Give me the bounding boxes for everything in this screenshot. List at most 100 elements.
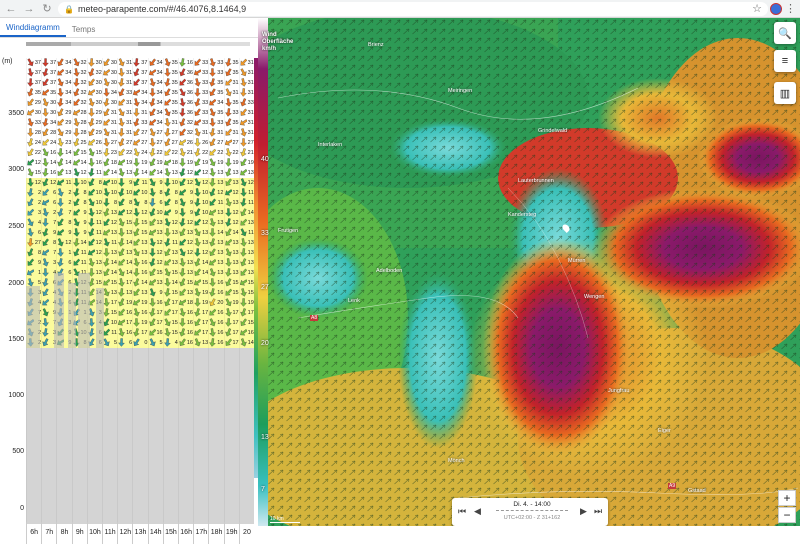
wind-arrow-icon bbox=[88, 128, 95, 137]
wind-cell: 19 bbox=[224, 158, 239, 168]
profile-avatar[interactable] bbox=[770, 3, 782, 15]
time-tick[interactable]: 11h bbox=[102, 522, 117, 544]
time-slider[interactable] bbox=[496, 510, 568, 513]
wind-speed: 33 bbox=[217, 70, 224, 76]
zoom-in-button[interactable]: + bbox=[778, 490, 796, 506]
wind-cell: 16 bbox=[179, 328, 193, 338]
wind-arrow-icon bbox=[209, 88, 217, 97]
time-tick[interactable]: 18h bbox=[208, 522, 223, 544]
wind-arrow-icon bbox=[149, 78, 156, 87]
wind-arrow-icon bbox=[149, 218, 156, 226]
step-forward-icon[interactable]: ▶ bbox=[580, 506, 587, 517]
skip-forward-icon[interactable]: ⏭ bbox=[594, 506, 602, 517]
wind-speed: 8 bbox=[159, 190, 163, 196]
wind-speed: 28 bbox=[34, 130, 41, 136]
menu-kebab-icon[interactable]: ⋮ bbox=[785, 2, 796, 15]
time-tick[interactable]: 8h bbox=[56, 522, 71, 544]
wind-cell: 28 bbox=[72, 108, 87, 118]
back-icon[interactable]: ← bbox=[4, 2, 18, 16]
wind-cell: 9 bbox=[179, 208, 193, 218]
wind-arrow-icon bbox=[42, 98, 49, 107]
wind-speed: 12 bbox=[217, 190, 224, 196]
wind-speed: 13 bbox=[217, 170, 224, 176]
wind-cell: 16 bbox=[179, 58, 193, 68]
wind-cell: 13 bbox=[103, 248, 117, 258]
time-tick[interactable]: 17h bbox=[193, 522, 208, 544]
time-tick[interactable]: 13h bbox=[132, 522, 147, 544]
wind-cell: 14 bbox=[194, 258, 208, 268]
wind-cell: 12 bbox=[27, 158, 41, 168]
wind-arrow-icon bbox=[194, 258, 201, 267]
wind-speed: 16 bbox=[186, 330, 193, 336]
wind-cell: 29 bbox=[57, 128, 71, 138]
wind-speed: 15 bbox=[232, 280, 239, 286]
address-bar[interactable]: 🔒 meteo-parapente.com/#/46.4076,8.1464,9 bbox=[58, 2, 768, 16]
wind-cell: 34 bbox=[148, 98, 163, 108]
wind-speed: 27 bbox=[141, 130, 148, 136]
wind-speed: 17 bbox=[156, 310, 163, 316]
wind-cell: 12 bbox=[224, 218, 239, 228]
wind-speed: 27 bbox=[171, 130, 178, 136]
wind-speed: 36 bbox=[186, 100, 193, 106]
wind-cell: 8 bbox=[133, 198, 147, 208]
time-tick[interactable]: 9h bbox=[71, 522, 87, 544]
wind-arrow-icon bbox=[209, 118, 217, 127]
wind-cell: 8 bbox=[42, 238, 56, 248]
wind-speed: 13 bbox=[141, 290, 148, 296]
wind-arrow-icon bbox=[179, 278, 186, 287]
wind-cell: 13 bbox=[224, 238, 239, 248]
wind-cell: 9 bbox=[57, 228, 71, 238]
forward-icon[interactable]: → bbox=[22, 2, 36, 16]
time-tick[interactable]: 14h bbox=[147, 522, 163, 544]
wind-speed: 11 bbox=[96, 170, 102, 176]
wind-arrow-icon bbox=[194, 78, 201, 87]
wind-cell: 31 bbox=[240, 78, 254, 88]
wind-speed: 31 bbox=[247, 110, 254, 116]
chart-button[interactable]: ▥ bbox=[774, 82, 796, 104]
wind-cell: 12 bbox=[42, 178, 56, 188]
wind-speed: 10 bbox=[110, 320, 117, 326]
search-button[interactable]: 🔍 bbox=[774, 22, 796, 44]
wind-cell: 27 bbox=[133, 128, 147, 138]
reload-icon[interactable]: ↻ bbox=[40, 2, 54, 16]
time-tick[interactable]: 16h bbox=[178, 522, 193, 544]
time-tick[interactable]: 7h bbox=[41, 522, 56, 544]
wind-speed: 10 bbox=[171, 180, 178, 186]
time-tick[interactable]: 12h bbox=[117, 522, 132, 544]
wind-speed: 26 bbox=[186, 140, 193, 146]
wind-arrow-icon bbox=[88, 98, 95, 107]
wind-arrow-icon bbox=[240, 258, 247, 267]
settings-button[interactable]: ≡ bbox=[774, 50, 796, 72]
wind-cell: 31 bbox=[118, 118, 132, 128]
wind-speed: 11 bbox=[111, 240, 117, 246]
wind-arrow-icon bbox=[224, 139, 233, 146]
time-tick[interactable]: 6h bbox=[26, 522, 41, 544]
wind-cell: 15 bbox=[133, 228, 147, 238]
bookmark-star-icon[interactable]: ☆ bbox=[752, 2, 762, 15]
zoom-out-button[interactable]: − bbox=[778, 507, 796, 523]
wind-speed: 13 bbox=[65, 170, 72, 176]
wind-speed: 34 bbox=[156, 90, 163, 96]
time-tick[interactable]: 19h bbox=[223, 522, 239, 544]
skip-back-icon[interactable]: ⏮ bbox=[458, 506, 466, 517]
wind-speed: 9 bbox=[159, 290, 163, 296]
wind-cell: 15 bbox=[224, 278, 239, 288]
wind-speed: 13 bbox=[232, 260, 239, 266]
time-tick[interactable]: 10h bbox=[86, 522, 102, 544]
wind-cell: 8 bbox=[57, 218, 71, 228]
wind-cell: 37 bbox=[133, 58, 147, 68]
wind-speed: 31 bbox=[110, 130, 117, 136]
wind-cell: 19 bbox=[133, 158, 147, 168]
wind-cell: 31 bbox=[133, 108, 147, 118]
time-tick[interactable]: 20 bbox=[238, 522, 254, 544]
wind-cell: 14 bbox=[149, 168, 163, 178]
wind-speed: 16 bbox=[217, 280, 224, 286]
wind-speed: 11 bbox=[80, 250, 87, 256]
wind-arrow-icon bbox=[133, 178, 141, 187]
wind-cell: 9 bbox=[42, 228, 56, 238]
tab-temps[interactable]: Temps bbox=[66, 25, 102, 37]
step-back-icon[interactable]: ◀ bbox=[474, 506, 481, 517]
time-tick[interactable]: 15h bbox=[162, 522, 178, 544]
wind-map[interactable]: Wind Oberfläche km/h 40 33 27 20 13 7 Br… bbox=[258, 18, 800, 526]
wind-cell: 30 bbox=[87, 58, 102, 68]
